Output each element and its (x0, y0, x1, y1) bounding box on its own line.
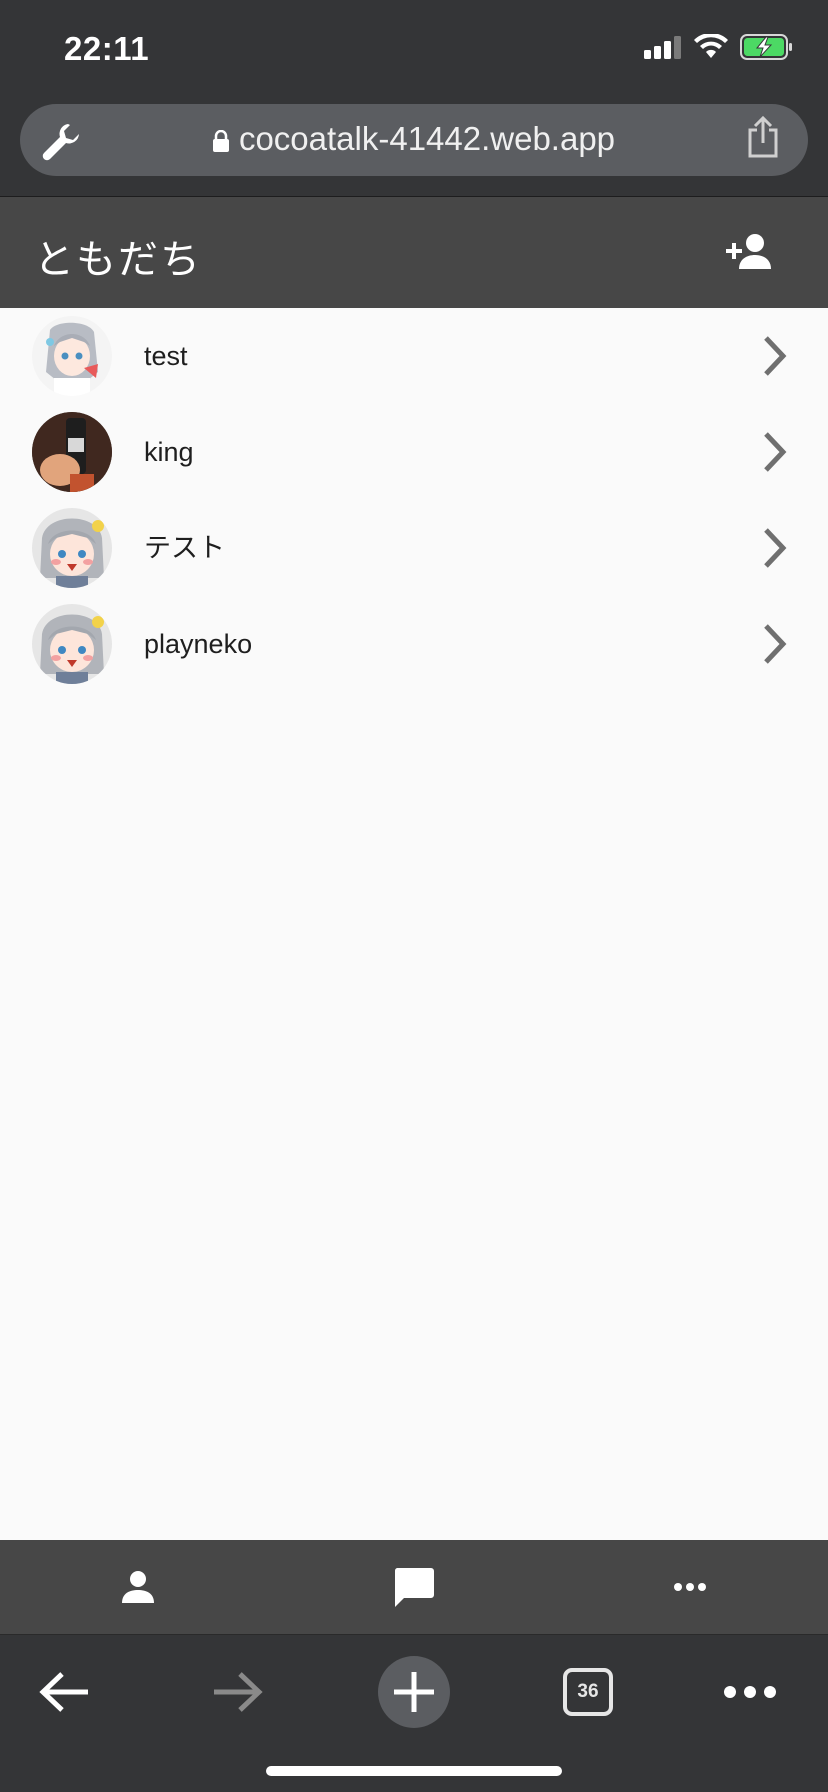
avatar (32, 412, 112, 492)
friend-name: test (144, 341, 188, 371)
nav-more-tab[interactable] (552, 1540, 828, 1634)
url-display[interactable]: cocoatalk-41442.web.app (20, 120, 808, 160)
avatar (32, 508, 112, 588)
lock-icon (212, 122, 229, 160)
back-button[interactable] (14, 1647, 114, 1737)
nav-friends-tab[interactable] (0, 1540, 276, 1634)
status-icons (644, 34, 794, 60)
page-title: ともだち (34, 238, 202, 282)
friend-row[interactable]: playneko (0, 596, 828, 692)
plus-icon (378, 1656, 450, 1728)
tab-count: 36 (563, 1668, 613, 1716)
friend-row[interactable]: test (0, 308, 828, 404)
friend-name: king (144, 437, 194, 467)
new-tab-button[interactable] (364, 1647, 464, 1737)
chevron-right-icon[interactable] (760, 622, 788, 671)
cellular-signal-icon (644, 36, 681, 59)
arrow-left-icon (39, 1672, 88, 1712)
avatar (32, 316, 112, 396)
chevron-right-icon[interactable] (760, 430, 788, 479)
share-icon[interactable] (746, 115, 780, 165)
app-header: ともだち (0, 197, 828, 308)
friend-name: playneko (144, 629, 253, 659)
status-time: 22:11 (64, 30, 150, 67)
nav-chats-tab[interactable] (276, 1540, 552, 1634)
more-horizontal-icon (724, 1686, 776, 1698)
add-friend-icon[interactable] (726, 233, 774, 276)
battery-charging-icon (740, 34, 792, 60)
person-icon (122, 1571, 154, 1603)
url-text: cocoatalk-41442.web.app (238, 120, 616, 157)
url-bar[interactable]: cocoatalk-41442.web.app (20, 104, 808, 176)
wifi-icon (694, 34, 728, 58)
more-horizontal-icon (674, 1583, 706, 1591)
friend-row[interactable]: テスト (0, 500, 828, 596)
chevron-right-icon[interactable] (760, 334, 788, 383)
forward-button[interactable] (188, 1647, 288, 1737)
friends-list: test king テスト playneko (0, 308, 828, 692)
browser-menu-button[interactable] (700, 1647, 800, 1737)
avatar (32, 604, 112, 684)
friend-row[interactable]: king (0, 404, 828, 500)
chevron-right-icon[interactable] (760, 526, 788, 575)
tabs-button[interactable]: 36 (538, 1647, 638, 1737)
arrow-right-icon (214, 1672, 263, 1712)
app-bottom-nav (0, 1540, 828, 1635)
status-bar: 22:11 (0, 0, 828, 96)
home-indicator[interactable] (266, 1766, 562, 1776)
friend-name: テスト (144, 533, 225, 563)
chat-bubble-icon (394, 1568, 434, 1607)
